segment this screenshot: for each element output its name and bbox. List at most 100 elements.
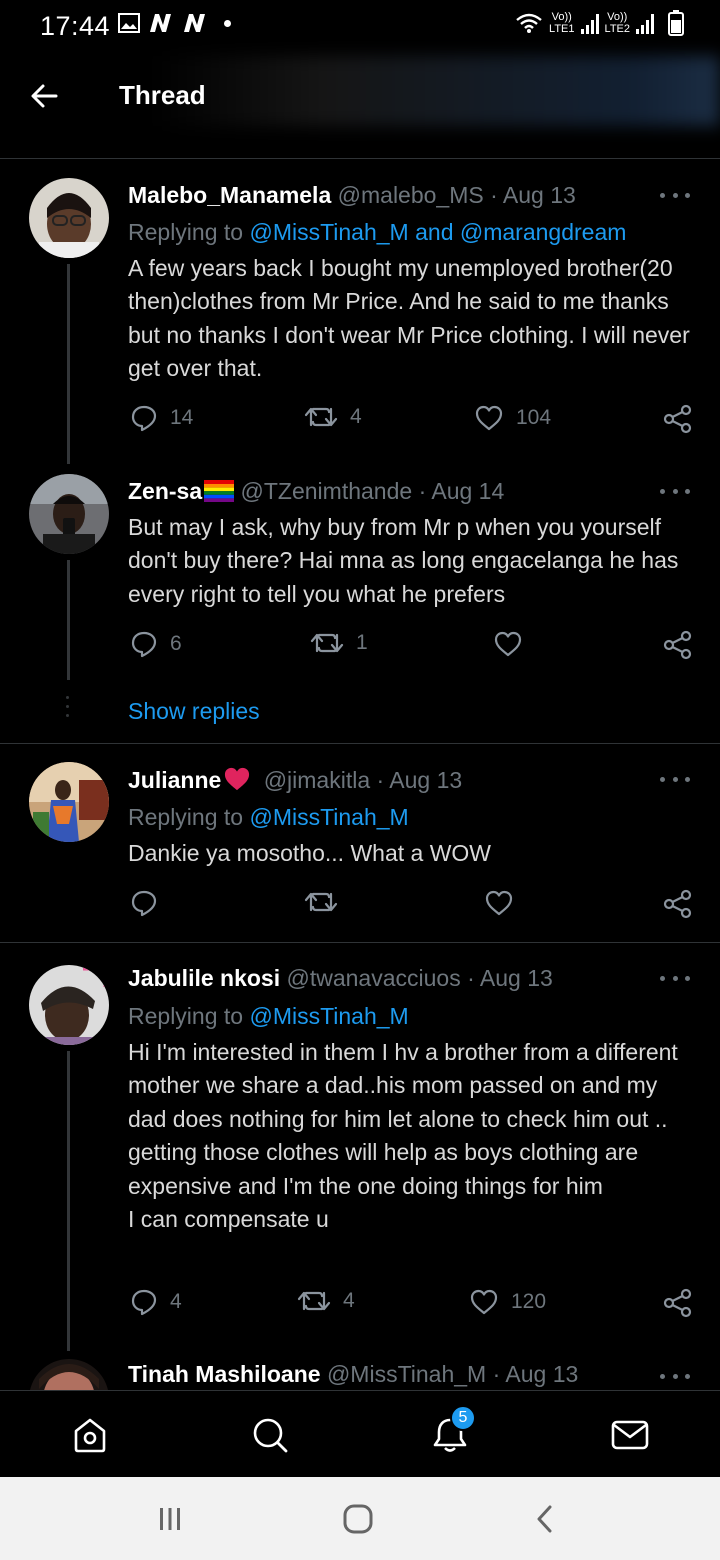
avatar[interactable] (29, 178, 109, 258)
like-icon (485, 890, 513, 916)
retweet-button[interactable]: 1 (310, 630, 368, 656)
share-button[interactable] (663, 889, 693, 919)
tweet-4[interactable]: Jabulile nkosi @twanavacciuos · Aug 13 R… (0, 943, 720, 1353)
avatar[interactable] (29, 474, 109, 554)
back-chevron-icon (537, 1505, 552, 1533)
tweet-2[interactable]: Zen-sa @TZenimthande · Aug 14 But may I … (0, 460, 720, 745)
share-button[interactable] (663, 404, 693, 434)
retweet-icon (310, 633, 344, 653)
nav-messages[interactable] (608, 1413, 652, 1457)
replying-to: Replying to @MissTinah_M (128, 1003, 409, 1029)
mail-icon (611, 1420, 649, 1450)
reply-button[interactable]: 4 (130, 1288, 182, 1316)
more-button[interactable] (660, 185, 690, 205)
signal-bars-1-icon (580, 12, 599, 34)
home-nav-button[interactable] (336, 1499, 380, 1539)
author-name[interactable]: Zen-sa (128, 478, 202, 504)
recents-button[interactable] (148, 1499, 192, 1539)
reply-handles[interactable]: @MissTinah_M and @marangdream (249, 219, 626, 245)
share-button[interactable] (663, 1288, 693, 1318)
sim1-indicator: Vo)) LTE1 (549, 11, 575, 35)
status-time: 17:44 (40, 11, 111, 41)
tweet-text: Dankie ya mosotho... What a WOW (128, 840, 492, 866)
like-icon (475, 405, 503, 431)
rainbow-flag-icon (204, 480, 235, 502)
tweet-actions: 14 4 104 (128, 404, 693, 438)
dot-icon (224, 19, 231, 27)
reply-icon (131, 1289, 157, 1316)
reply-icon (131, 631, 157, 658)
tweet-1[interactable]: Malebo_Manamela @malebo_MS · Aug 13 Repl… (0, 160, 720, 464)
tweet-text: But may I ask, why buy from Mr p when yo… (128, 514, 679, 607)
retweet-icon (304, 407, 338, 427)
author-name[interactable]: Jabulile nkosi (128, 965, 280, 991)
header: Thread (0, 56, 720, 159)
battery-icon (668, 10, 684, 36)
home-circle-icon (343, 1504, 373, 1534)
author-name[interactable]: Julianne (128, 767, 221, 793)
avatar[interactable] (29, 965, 109, 1045)
notifications-badge: 5 (450, 1405, 476, 1431)
tweet-5[interactable]: Tinah Mashiloane @MissTinah_M · Aug 13 (0, 1353, 720, 1390)
share-icon (663, 889, 692, 919)
android-nav-bar (0, 1477, 720, 1560)
author-handle[interactable]: @twanavacciuos (287, 965, 461, 991)
search-icon (253, 1418, 288, 1453)
sim2-indicator: Vo)) LTE2 (604, 11, 630, 35)
tweet-3[interactable]: Julianne @jimakitla · Aug 13 Replying to… (0, 744, 720, 942)
author-handle[interactable]: @malebo_MS (338, 182, 484, 208)
share-icon (663, 630, 692, 660)
like-button[interactable] (484, 889, 526, 917)
more-button[interactable] (660, 1366, 690, 1386)
share-icon (663, 404, 692, 434)
nav-search[interactable] (248, 1413, 292, 1457)
signal-bars-2-icon (636, 12, 654, 34)
home-icon (74, 1418, 106, 1453)
author-handle[interactable]: @jimakitla (264, 767, 370, 793)
like-icon (494, 631, 522, 657)
more-button[interactable] (660, 968, 690, 988)
reply-handles[interactable]: @MissTinah_M (249, 804, 408, 830)
author-name[interactable]: Tinah Mashiloane (128, 1361, 321, 1387)
tweet-actions: 4 4 120 (128, 1288, 693, 1322)
reply-icon (131, 405, 157, 432)
status-bar: 17:44 Vo)) LTE1 Vo)) LTE2 (0, 0, 720, 56)
tweet-actions: 6 1 (128, 630, 693, 664)
share-button[interactable] (663, 630, 693, 660)
page-title: Thread (119, 80, 206, 110)
like-button[interactable] (493, 630, 523, 658)
author-handle[interactable]: @MissTinah_M (327, 1361, 486, 1387)
author-handle[interactable]: @TZenimthande (241, 478, 413, 504)
back-arrow-icon (31, 84, 58, 108)
avatar[interactable] (29, 762, 109, 842)
back-nav-button[interactable] (524, 1499, 568, 1539)
reply-button[interactable] (130, 889, 170, 917)
show-replies-link[interactable]: Show replies (128, 698, 260, 725)
tweet-date: · Aug 13 (467, 965, 553, 991)
back-button[interactable] (26, 78, 62, 114)
gallery-icon (118, 13, 140, 33)
tweet-date: · Aug 13 (376, 767, 463, 793)
replying-to: Replying to @MissTinah_M and @marangdrea… (128, 219, 627, 245)
replying-to: Replying to @MissTinah_M (128, 804, 409, 830)
avatar[interactable] (29, 1359, 109, 1390)
tweet-text: Hi I'm interested in them I hv a brother… (128, 1039, 678, 1233)
reply-button[interactable]: 6 (130, 630, 182, 658)
recents-icon (160, 1508, 180, 1530)
share-icon (663, 1288, 692, 1318)
retweet-button[interactable]: 4 (304, 404, 362, 430)
nav-home[interactable] (68, 1413, 112, 1457)
retweet-button[interactable] (304, 889, 350, 915)
reply-button[interactable]: 14 (130, 404, 193, 432)
tweet-date: · Aug 13 (492, 1361, 579, 1387)
like-button[interactable]: 104 (474, 404, 551, 432)
tweet-date: · Aug 14 (418, 478, 505, 504)
retweet-button[interactable]: 4 (297, 1288, 355, 1314)
like-button[interactable]: 120 (469, 1288, 546, 1316)
like-icon (470, 1289, 498, 1315)
more-button[interactable] (660, 481, 690, 501)
thread-dots (66, 696, 70, 717)
author-name[interactable]: Malebo_Manamela (128, 182, 331, 208)
more-button[interactable] (660, 769, 690, 789)
reply-handles[interactable]: @MissTinah_M (249, 1003, 408, 1029)
